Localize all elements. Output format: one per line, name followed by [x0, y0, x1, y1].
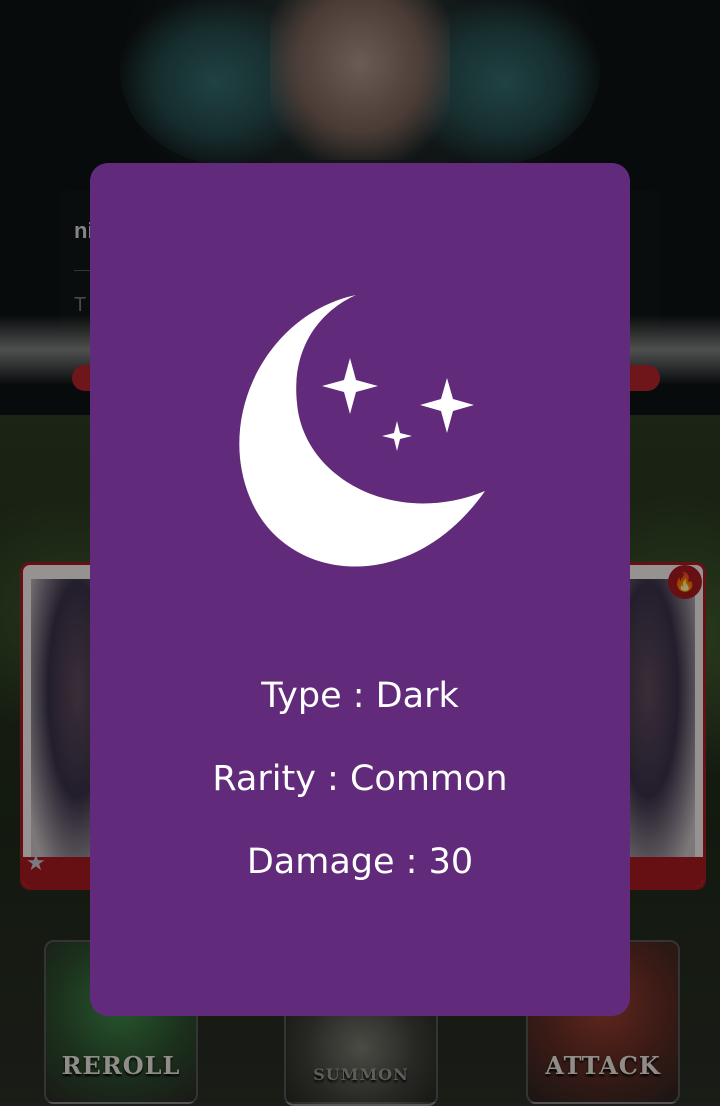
card-type: Type : Dark: [261, 676, 459, 716]
card-damage: Damage : 30: [246, 842, 474, 882]
card-rarity: Rarity : Common: [212, 759, 508, 799]
moon-stars-icon: [239, 295, 485, 567]
card-detail-modal[interactable]: Type : Dark Rarity : Common Damage : 30: [90, 163, 630, 1016]
